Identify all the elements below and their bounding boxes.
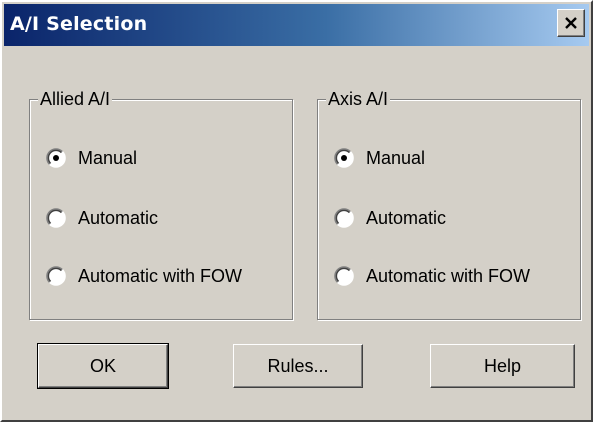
radio-selected-icon[interactable]	[334, 148, 354, 168]
ok-button-label: OK	[89, 356, 116, 376]
rules-button[interactable]: Rules...	[233, 344, 363, 388]
close-button[interactable]	[557, 9, 585, 37]
allied-option-label: Manual	[78, 148, 138, 168]
allied-option-label: Automatic	[78, 208, 159, 228]
axis-option-label: Automatic with FOW	[366, 266, 531, 286]
help-button[interactable]: Help	[430, 344, 575, 388]
allied-ai-group: Allied A/I Manual Automatic Automatic wi…	[29, 89, 293, 320]
axis-option-label: Automatic	[366, 208, 447, 228]
axis-ai-group: Axis A/I Manual Automatic Automatic with…	[317, 89, 581, 320]
axis-ai-legend: Axis A/I	[326, 89, 391, 109]
allied-option-label: Automatic with FOW	[78, 266, 243, 286]
radio-unselected-icon[interactable]	[334, 208, 354, 228]
help-button-label: Help	[483, 356, 522, 376]
allied-ai-legend: Allied A/I	[38, 89, 113, 109]
radio-selected-icon[interactable]	[46, 148, 66, 168]
ok-button[interactable]: OK	[37, 343, 169, 389]
radio-unselected-icon[interactable]	[334, 266, 354, 286]
rules-button-label: Rules...	[267, 356, 329, 376]
radio-unselected-icon[interactable]	[46, 266, 66, 286]
ai-selection-dialog: A/I Selection Allied A/I Manual Automati…	[0, 0, 593, 422]
close-icon	[565, 17, 577, 29]
axis-option-label: Manual	[366, 148, 426, 168]
radio-unselected-icon[interactable]	[46, 208, 66, 228]
window-title: A/I Selection	[10, 13, 148, 35]
title-bar[interactable]: A/I Selection	[4, 4, 589, 46]
